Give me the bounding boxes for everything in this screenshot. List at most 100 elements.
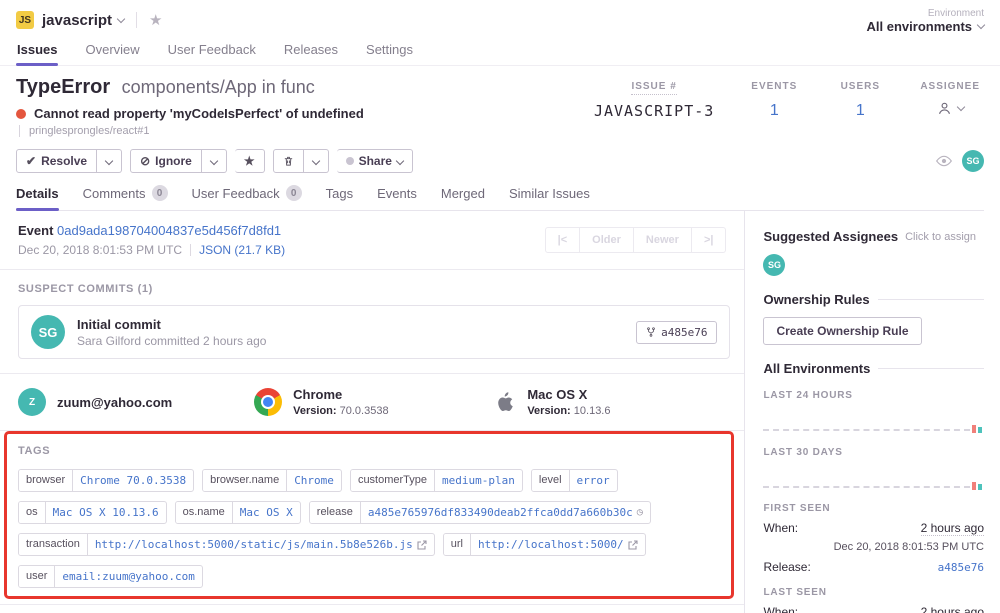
external-link-icon[interactable] bbox=[417, 540, 427, 550]
delete-dropdown-button[interactable] bbox=[304, 149, 329, 173]
share-label: Share bbox=[359, 154, 392, 168]
delete-button[interactable] bbox=[273, 149, 304, 173]
tab-details[interactable]: Details bbox=[16, 185, 59, 210]
resolve-label: Resolve bbox=[41, 154, 87, 168]
issue-sidebar: Suggested Assignees Click to assign SG O… bbox=[745, 211, 1000, 613]
clock-icon: ◷ bbox=[637, 508, 643, 518]
error-level-dot bbox=[16, 109, 26, 119]
tab-tags[interactable]: Tags bbox=[326, 185, 353, 210]
star-button[interactable]: ★ bbox=[235, 149, 265, 173]
events-count[interactable]: 1 bbox=[748, 102, 800, 120]
nav-tab-overview[interactable]: Overview bbox=[84, 40, 140, 65]
subscribe-eye-icon[interactable] bbox=[936, 155, 952, 167]
first-seen-relative: 2 hours ago bbox=[921, 521, 984, 536]
first-seen-release-link[interactable]: a485e76 bbox=[938, 561, 984, 574]
assignee-label: ASSIGNEE bbox=[920, 81, 980, 92]
tags-heading: TAGS bbox=[18, 445, 730, 457]
event-context-summary: Z zuum@yahoo.com Chrome Version: 70.0.35… bbox=[0, 374, 744, 431]
issue-actions: ✔ Resolve ⊘ Ignore ★ bbox=[16, 149, 984, 173]
environment-selector[interactable]: All environments bbox=[867, 19, 984, 34]
suggested-assignees-header: Suggested Assignees Click to assign bbox=[763, 229, 984, 244]
issue-annotation[interactable]: pringlesprongles/react#1 bbox=[19, 125, 364, 137]
chevron-down-icon bbox=[957, 103, 965, 111]
commit-title: Initial commit bbox=[77, 317, 624, 332]
older-event-button[interactable]: Older bbox=[580, 227, 634, 253]
chevron-down-icon bbox=[210, 156, 218, 164]
star-icon: ★ bbox=[244, 155, 255, 167]
share-status-dot bbox=[346, 157, 354, 165]
suspect-commits-heading: SUSPECT COMMITS (1) bbox=[18, 283, 730, 295]
project-switcher[interactable]: javascript bbox=[42, 12, 124, 29]
share-button[interactable]: Share bbox=[337, 149, 413, 173]
context-browser: Chrome Version: 70.0.3538 bbox=[254, 387, 490, 417]
person-icon bbox=[936, 100, 953, 117]
issue-message: Cannot read property 'myCodeIsPerfect' o… bbox=[34, 106, 364, 121]
external-link-icon[interactable] bbox=[628, 540, 638, 550]
context-os: Mac OS X Version: 10.13.6 bbox=[490, 387, 726, 417]
nav-tab-releases[interactable]: Releases bbox=[283, 40, 339, 65]
bookmark-star-icon[interactable]: ★ bbox=[149, 11, 162, 29]
global-header: JS javascript ★ Environment All environm… bbox=[0, 0, 1000, 32]
tags-section: TAGS browser Chrome 70.0.3538 browser.na… bbox=[0, 431, 744, 605]
oldest-event-button[interactable]: |< bbox=[545, 227, 581, 253]
issue-culprit: components/App in func bbox=[122, 77, 315, 97]
tab-similar-issues[interactable]: Similar Issues bbox=[509, 185, 590, 210]
user-email: zuum@yahoo.com bbox=[57, 395, 172, 410]
event-id-link[interactable]: 0ad9ada198704004837e5d456f7d8fd1 bbox=[57, 223, 281, 238]
tab-events[interactable]: Events bbox=[377, 185, 417, 210]
divider bbox=[190, 244, 191, 256]
trash-icon bbox=[283, 155, 294, 167]
tag-os-name: os.name Mac OS X bbox=[175, 501, 301, 524]
viewer-avatar[interactable]: SG bbox=[962, 150, 984, 172]
nav-tab-user-feedback[interactable]: User Feedback bbox=[167, 40, 257, 65]
tag-user: user email:zuum@yahoo.com bbox=[18, 565, 203, 588]
ignore-dropdown-button[interactable] bbox=[202, 149, 227, 173]
tab-merged[interactable]: Merged bbox=[441, 185, 485, 210]
suggested-assignee-avatar[interactable]: SG bbox=[763, 254, 785, 276]
ignore-button[interactable]: ⊘ Ignore bbox=[130, 149, 202, 173]
newest-event-button[interactable]: >| bbox=[692, 227, 727, 253]
last-seen-label: LAST SEEN bbox=[763, 587, 984, 598]
chevron-down-icon bbox=[396, 156, 404, 164]
issue-number-label: ISSUE # bbox=[631, 81, 676, 95]
event-json-link[interactable]: JSON (21.7 KB) bbox=[199, 243, 285, 257]
chrome-icon bbox=[254, 388, 282, 416]
git-branch-icon bbox=[646, 326, 656, 338]
tag-browser-name: browser.name Chrome bbox=[202, 469, 342, 492]
commit-meta: Sara Gilford committed 2 hours ago bbox=[77, 334, 624, 348]
tag-customer-type: customerType medium-plan bbox=[350, 469, 523, 492]
last-30-days-sparkline bbox=[763, 464, 982, 490]
ownership-rules-header: Ownership Rules bbox=[763, 292, 984, 307]
first-seen-date: Dec 20, 2018 8:01:53 PM UTC bbox=[763, 541, 984, 553]
ignore-label: Ignore bbox=[155, 154, 192, 168]
users-label: USERS bbox=[841, 81, 880, 92]
nav-tab-issues[interactable]: Issues bbox=[16, 40, 58, 65]
commit-author-avatar: SG bbox=[31, 315, 65, 349]
tag-level: level error bbox=[531, 469, 618, 492]
environment-label: Environment bbox=[867, 8, 984, 19]
event-label: Event bbox=[18, 223, 53, 238]
tag-release: release a485e765976df833490deab2ffca0dd7… bbox=[309, 501, 651, 524]
mute-icon: ⊘ bbox=[140, 155, 150, 167]
last-24-hours-label: LAST 24 HOURS bbox=[763, 390, 984, 401]
resolve-dropdown-button[interactable] bbox=[97, 149, 122, 173]
create-ownership-rule-button[interactable]: Create Ownership Rule bbox=[763, 317, 921, 345]
events-label: EVENTS bbox=[751, 81, 797, 92]
newer-event-button[interactable]: Newer bbox=[634, 227, 692, 253]
issue-tab-bar: Details Comments 0 User Feedback 0 Tags … bbox=[16, 185, 984, 211]
tab-user-feedback[interactable]: User Feedback 0 bbox=[192, 185, 302, 210]
feedback-count-badge: 0 bbox=[286, 185, 302, 201]
project-platform-icon: JS bbox=[16, 11, 34, 29]
project-name: javascript bbox=[42, 12, 112, 29]
last-seen-relative: 2 hours ago bbox=[921, 605, 984, 613]
tag-transaction: transaction http://localhost:5000/static… bbox=[18, 533, 435, 556]
nav-tab-settings[interactable]: Settings bbox=[365, 40, 414, 65]
tab-comments[interactable]: Comments 0 bbox=[83, 185, 168, 210]
tag-os: os Mac OS X 10.13.6 bbox=[18, 501, 167, 524]
resolve-button[interactable]: ✔ Resolve bbox=[16, 149, 97, 173]
users-count[interactable]: 1 bbox=[834, 102, 886, 120]
click-to-assign-hint: Click to assign bbox=[905, 231, 976, 243]
assignee-selector[interactable] bbox=[920, 100, 980, 117]
commit-sha-button[interactable]: a485e76 bbox=[636, 321, 717, 344]
event-pagination: |< Older Newer >| bbox=[545, 227, 727, 253]
